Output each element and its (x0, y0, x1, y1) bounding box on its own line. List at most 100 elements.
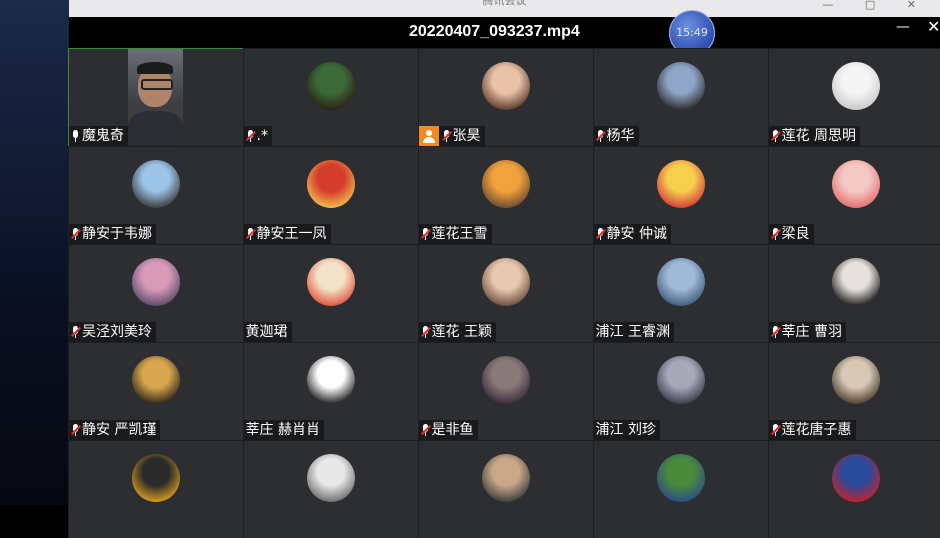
participant-nameplate: 梁良 (769, 224, 814, 244)
participant-nameplate: 莘庄 赫肖肖 (244, 420, 324, 440)
participant-avatar (657, 160, 705, 208)
participant-tile[interactable]: 梁良 (769, 147, 940, 244)
participant-avatar (132, 356, 180, 404)
participant-nameplate: 莲花 周思明 (769, 126, 860, 146)
participant-nameplate: 莲花唐子惠 (769, 420, 856, 440)
participant-avatar (832, 258, 880, 306)
participant-name: 是非鱼 (432, 420, 474, 440)
participant-video (128, 49, 183, 146)
participant-tile[interactable]: 莲花王雪 (419, 147, 593, 244)
participant-tile[interactable]: 静安王一凤 (244, 147, 418, 244)
participant-tile[interactable]: 静安 仲诚 (594, 147, 768, 244)
participant-avatar (307, 258, 355, 306)
mic-muted-icon (421, 228, 430, 241)
participant-name: 莲花 周思明 (782, 126, 856, 146)
participant-avatar (307, 454, 355, 502)
mic-muted-icon (246, 228, 255, 241)
participant-nameplate: 莲花王雪 (419, 224, 492, 244)
mic-muted-icon (71, 228, 80, 241)
mic-muted-icon (71, 424, 80, 437)
participant-name: 张昊 (453, 126, 481, 146)
participant-nameplate: 是非鱼 (419, 420, 478, 440)
participant-avatar (482, 160, 530, 208)
participant-nameplate: 黄迦珺 (244, 322, 292, 342)
participant-name: 静安 严凯瑾 (82, 420, 156, 440)
participant-tile[interactable]: 浦江 刘珍 (594, 343, 768, 440)
participant-nameplate: .* (244, 126, 272, 146)
window-maximize-button[interactable]: □ (865, 0, 889, 11)
participant-nameplate: 张昊 (419, 126, 485, 146)
participant-avatar (482, 356, 530, 404)
participant-tile[interactable]: 是非鱼 (419, 343, 593, 440)
mic-muted-icon (771, 228, 780, 241)
participant-name: 静安王一凤 (257, 224, 327, 244)
window-titlebar: 腾讯会议 — □ ✕ (69, 0, 940, 17)
participant-tile[interactable]: 莘庄 曹羽 (769, 245, 940, 342)
participant-avatar (132, 160, 180, 208)
participant-avatar (482, 62, 530, 110)
mic-icon (71, 130, 80, 143)
mic-muted-icon (771, 326, 780, 339)
participant-tile[interactable] (419, 441, 593, 538)
participant-nameplate: 浦江 王睿渊 (594, 322, 674, 342)
participant-tile[interactable]: 浦江 王睿渊 (594, 245, 768, 342)
window-title: 腾讯会议 (69, 0, 940, 8)
participant-name: 浦江 王睿渊 (596, 322, 670, 342)
participant-avatar (832, 62, 880, 110)
participant-tile[interactable]: 黄迦珺 (244, 245, 418, 342)
player-close-button[interactable]: ✕ (927, 17, 940, 36)
participant-tile[interactable]: 莲花 周思明 (769, 49, 940, 146)
participant-name: 莘庄 曹羽 (782, 322, 842, 342)
participant-tile[interactable] (244, 441, 418, 538)
participant-name: 静安于韦娜 (82, 224, 152, 244)
mic-muted-icon (596, 130, 605, 143)
mic-muted-icon (421, 424, 430, 437)
mic-muted-icon (442, 130, 451, 143)
participant-tile[interactable] (769, 441, 940, 538)
player-header: 20220407_093237.mp4 15:49 — ✕ (69, 17, 940, 49)
participant-tile[interactable]: 莘庄 赫肖肖 (244, 343, 418, 440)
host-user-icon (419, 126, 439, 146)
window-close-button[interactable]: ✕ (907, 0, 930, 11)
participant-name: 莲花王雪 (432, 224, 488, 244)
window-minimize-button[interactable]: — (822, 0, 847, 11)
participant-name: 杨华 (607, 126, 635, 146)
participant-tile[interactable]: 魔鬼奇 (69, 49, 243, 146)
participant-name: 浦江 刘珍 (596, 420, 656, 440)
participant-nameplate: 魔鬼奇 (69, 126, 128, 146)
window-controls: — □ ✕ (822, 0, 930, 12)
participant-avatar (132, 258, 180, 306)
participant-tile[interactable]: 张昊 (419, 49, 593, 146)
participant-nameplate: 静安 严凯瑾 (69, 420, 160, 440)
mic-muted-icon (771, 424, 780, 437)
mic-muted-icon (771, 130, 780, 143)
participant-nameplate: 静安 仲诚 (594, 224, 671, 244)
player-minimize-button[interactable]: — (896, 19, 910, 35)
participant-tile[interactable] (69, 441, 243, 538)
participant-name: 魔鬼奇 (82, 126, 124, 146)
participant-tile[interactable]: 静安于韦娜 (69, 147, 243, 244)
participant-tile[interactable]: 吴泾刘美玲 (69, 245, 243, 342)
participant-nameplate: 莲花 王颖 (419, 322, 496, 342)
participant-avatar (132, 454, 180, 502)
participant-nameplate: 静安王一凤 (244, 224, 331, 244)
participant-avatar (657, 258, 705, 306)
participant-avatar (482, 454, 530, 502)
desktop-left-edge (0, 0, 69, 505)
participant-nameplate: 静安于韦娜 (69, 224, 156, 244)
mic-muted-icon (246, 130, 255, 143)
participant-tile[interactable]: 静安 严凯瑾 (69, 343, 243, 440)
participant-nameplate: 杨华 (594, 126, 639, 146)
participant-tile[interactable]: 莲花 王颖 (419, 245, 593, 342)
participant-tile[interactable] (594, 441, 768, 538)
participant-avatar (832, 454, 880, 502)
mic-muted-icon (596, 228, 605, 241)
participant-name: 静安 仲诚 (607, 224, 667, 244)
participant-avatar (657, 62, 705, 110)
participant-tile[interactable]: 杨华 (594, 49, 768, 146)
participant-name: .* (257, 126, 268, 146)
participant-tile[interactable]: .* (244, 49, 418, 146)
participant-avatar (657, 454, 705, 502)
participant-tile[interactable]: 莲花唐子惠 (769, 343, 940, 440)
participant-avatar (307, 160, 355, 208)
